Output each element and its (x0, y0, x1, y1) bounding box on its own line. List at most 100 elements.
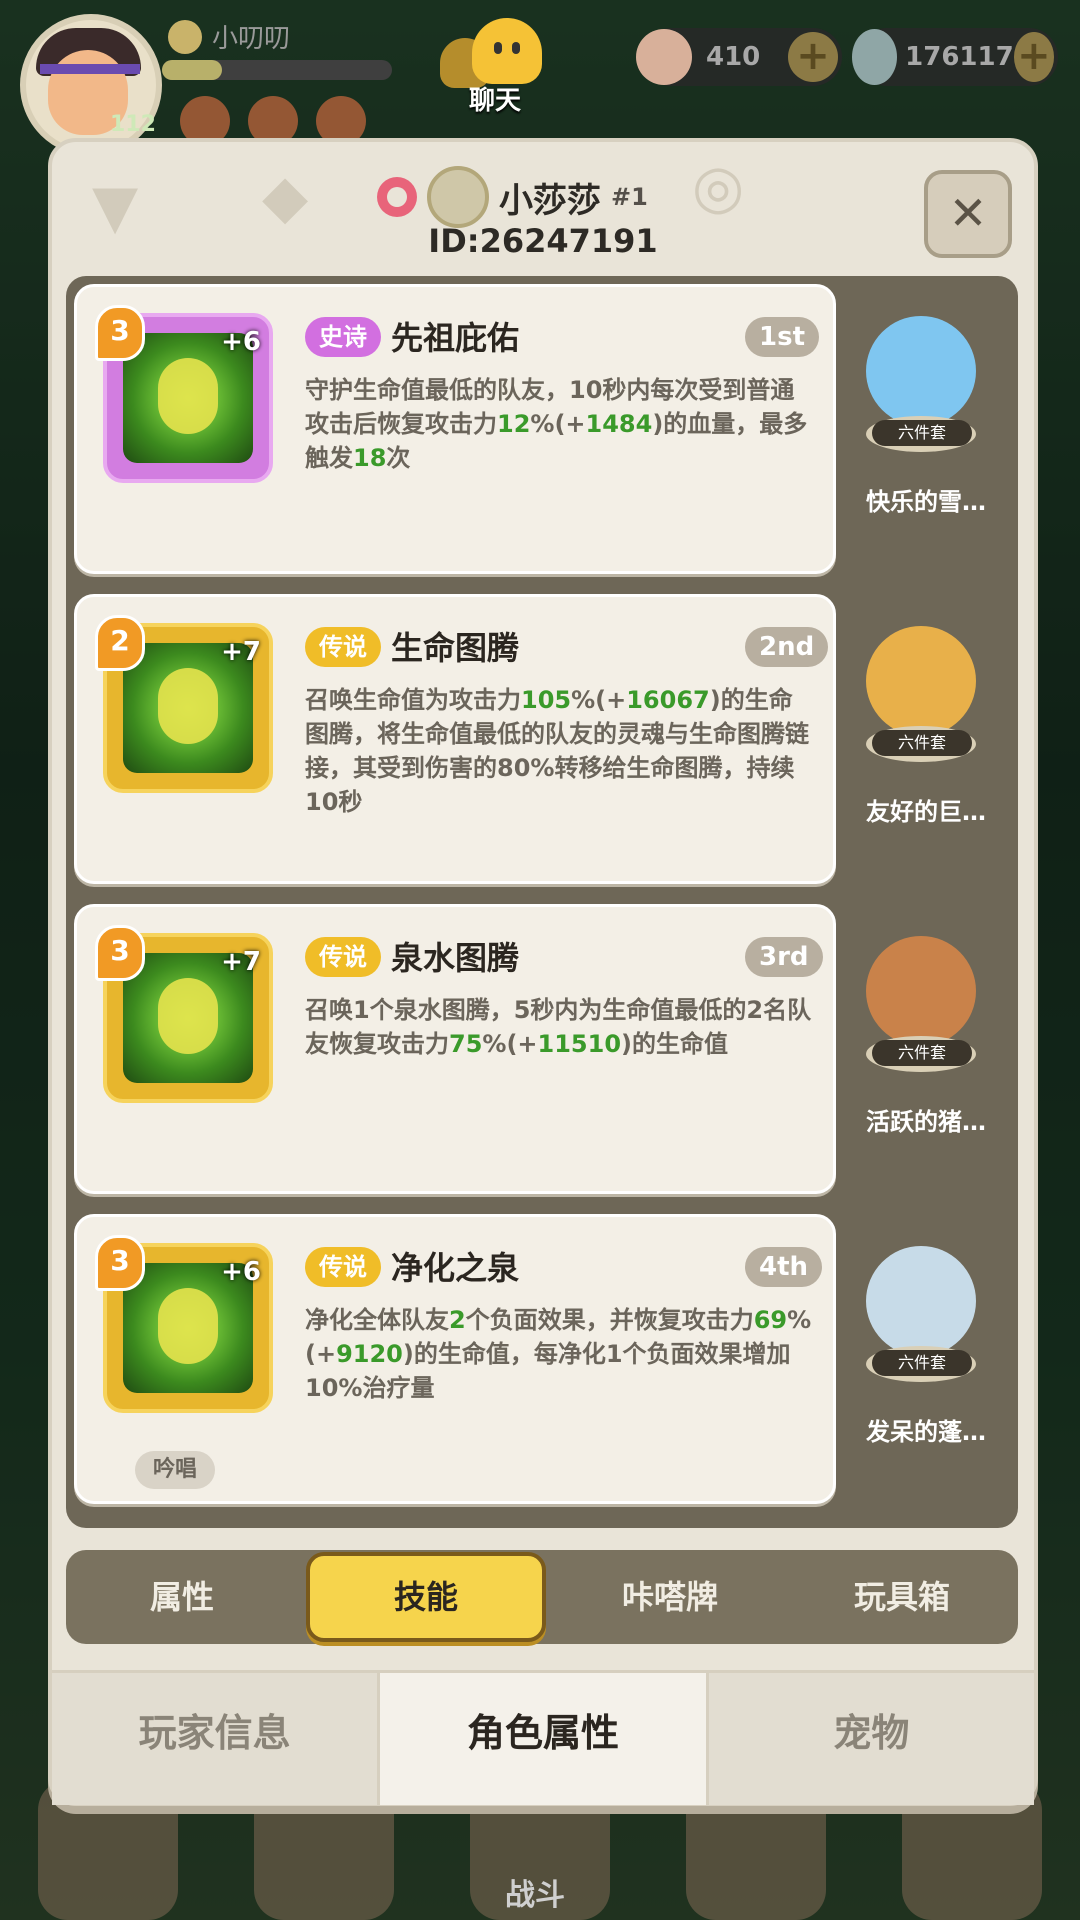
skill-plus-level: +6 (221, 327, 261, 357)
skill-level-badge: 3 (95, 925, 145, 981)
skill-plus-level: +7 (221, 947, 261, 977)
tab-character-attributes[interactable]: 角色属性 (377, 1673, 709, 1805)
pet-figure (866, 316, 976, 426)
skill-description-part: 11510 (537, 1030, 622, 1058)
skill-name: 生命图腾 (391, 629, 520, 667)
player-name-row: 小叨叨 (168, 18, 290, 55)
skill-rank-badge: 4th (745, 1247, 823, 1287)
skill-rank-badge: 3rd (745, 937, 823, 977)
skill-description-part: 个负面效果，并恢复攻击力 (465, 1306, 754, 1334)
tab-player-info[interactable]: 玩家信息 (52, 1673, 378, 1805)
skill-description: 召唤1个泉水图腾，5秒内为生命值最低的2名队友恢复攻击力75%(+11510)的… (305, 993, 815, 1061)
pet-set-tag: 六件套 (872, 730, 972, 756)
skill-list[interactable]: +6 3 史诗 先祖庇佑 1st 守护生命值最低的队友，10秒内每次受到普通攻击… (66, 276, 1018, 1528)
pet-name: 活跃的猪… (866, 1108, 986, 1136)
chat-button[interactable]: 聊天 (440, 18, 550, 116)
skill-card[interactable]: +6 3 传说 净化之泉 4th 净化全体队友2个负面效果，并恢复攻击力69%(… (74, 1214, 836, 1504)
skill-level-badge: 3 (95, 1235, 145, 1291)
tab-toybox[interactable]: 玩具箱 (786, 1556, 1018, 1638)
skill-description-part: 2 (449, 1306, 466, 1334)
skill-description-part: 次 (386, 444, 411, 472)
skill-plus-level: +6 (221, 1257, 261, 1287)
profile-name-suffix: #1 (611, 183, 648, 211)
stone-currency: 176117 + (852, 28, 1058, 86)
player-level: 112 (110, 112, 156, 137)
skill-description-part: 18 (353, 444, 387, 472)
tab-pets[interactable]: 宠物 (708, 1673, 1034, 1805)
tab-cards[interactable]: 咔嗒牌 (554, 1556, 786, 1638)
exp-bar (162, 60, 392, 80)
pet-figure (866, 626, 976, 736)
battle-label: 战斗 (505, 1878, 565, 1913)
rarity-badge: 史诗 (305, 317, 381, 357)
pet-slot[interactable]: 六件套 发呆的蓬… (846, 1216, 1006, 1496)
player-name: 小叨叨 (212, 24, 291, 54)
pet-slot[interactable]: 六件套 快乐的雪… (846, 286, 1006, 566)
pet-figure (866, 1246, 976, 1356)
skill-description-part: %(+ (530, 410, 586, 438)
title-badge-icon (168, 19, 202, 54)
skill-description: 守护生命值最低的队友，10秒内每次受到普通攻击后恢复攻击力12%(+1484)的… (305, 373, 815, 475)
chat-label: 聊天 (468, 86, 521, 116)
pet-name: 快乐的雪… (866, 488, 986, 516)
skill-description-part: 9120 (336, 1340, 403, 1368)
skill-card[interactable]: +7 2 传说 生命图腾 2nd 召唤生命值为攻击力105%(+16067)的生… (74, 594, 836, 884)
skill-description: 净化全体队友2个负面效果，并恢复攻击力69%(+9120)的生命值，每净化1个负… (305, 1303, 815, 1405)
decor-shape: ◎ (692, 152, 745, 222)
rarity-badge: 传说 (305, 937, 381, 977)
tab-skills[interactable]: 技能 (306, 1552, 546, 1642)
stone-icon (852, 29, 898, 85)
panel-header: ▼ ◆ ◎ 小莎莎 #1 ID:26247191 ✕ (52, 142, 1034, 272)
skill-description-part: 75 (449, 1030, 483, 1058)
skill-description: 召唤生命值为攻击力105%(+16067)的生命图腾，将生命值最低的队友的灵魂与… (305, 683, 815, 819)
skill-description-part: 16067 (626, 686, 710, 714)
main-tab-bar: 玩家信息 角色属性 宠物 (52, 1670, 1034, 1805)
pet-slot[interactable]: 六件套 友好的巨… (846, 596, 1006, 876)
skill-level-badge: 3 (95, 305, 145, 361)
skill-description-part: %(+ (571, 686, 627, 714)
add-stone-button[interactable]: + (1013, 32, 1054, 82)
profile-panel: ▼ ◆ ◎ 小莎莎 #1 ID:26247191 ✕ +6 3 史诗 先祖庇佑 … (48, 138, 1038, 1806)
chat-ghost-icon (472, 18, 542, 84)
tab-attributes[interactable]: 属性 (66, 1556, 298, 1638)
skill-name: 净化之泉 (391, 1249, 520, 1287)
skill-rank-badge: 2nd (745, 627, 829, 667)
profile-name: 小莎莎 (499, 180, 601, 221)
add-shell-button[interactable]: + (788, 32, 838, 82)
skill-card[interactable]: +6 3 史诗 先祖庇佑 1st 守护生命值最低的队友，10秒内每次受到普通攻击… (74, 284, 836, 574)
rarity-badge: 传说 (305, 627, 381, 667)
skill-name: 泉水图腾 (391, 939, 520, 977)
pet-set-tag: 六件套 (872, 1350, 972, 1376)
skill-description-part: 69 (753, 1306, 788, 1334)
skill-row[interactable]: +7 3 传说 泉水图腾 3rd 召唤1个泉水图腾，5秒内为生命值最低的2名队友… (66, 896, 1018, 1196)
skill-description-part: )的生命值 (621, 1030, 728, 1058)
skill-row[interactable]: +6 3 史诗 先祖庇佑 1st 守护生命值最低的队友，10秒内每次受到普通攻击… (66, 276, 1018, 576)
pet-slot[interactable]: 六件套 活跃的猪… (846, 906, 1006, 1186)
rank-emblem-icon (427, 166, 489, 228)
sub-tab-bar: 属性 技能 咔嗒牌 玩具箱 (66, 1550, 1018, 1644)
skill-plus-level: +7 (221, 637, 261, 667)
skill-row[interactable]: +7 2 传说 生命图腾 2nd 召唤生命值为攻击力105%(+16067)的生… (66, 586, 1018, 886)
shell-icon (636, 29, 692, 85)
pet-set-tag: 六件套 (872, 1040, 972, 1066)
chant-tag: 吟唱 (135, 1451, 216, 1489)
stone-amount: 176117 (905, 42, 1014, 72)
skill-description-part: 105 (521, 686, 572, 714)
skill-rank-badge: 1st (745, 317, 819, 357)
skill-name: 先祖庇佑 (391, 319, 520, 357)
profile-id: ID:26247191 (428, 222, 658, 260)
player-title: 小莎莎 #1 (377, 166, 648, 228)
skill-description-part: %(+ (482, 1030, 538, 1058)
gender-icon (377, 177, 417, 217)
shell-amount: 410 (706, 42, 761, 72)
skill-description-part: 1484 (585, 410, 653, 438)
pet-name: 友好的巨… (866, 798, 986, 826)
close-button[interactable]: ✕ (924, 170, 1012, 258)
shell-currency: 410 + (636, 28, 842, 86)
pet-name: 发呆的蓬… (866, 1418, 986, 1446)
skill-row[interactable]: +6 3 传说 净化之泉 4th 净化全体队友2个负面效果，并恢复攻击力69%(… (66, 1206, 1018, 1506)
pet-figure (866, 936, 976, 1046)
pet-set-tag: 六件套 (872, 420, 972, 446)
skill-description-part: 召唤生命值为攻击力 (305, 686, 521, 714)
skill-card[interactable]: +7 3 传说 泉水图腾 3rd 召唤1个泉水图腾，5秒内为生命值最低的2名队友… (74, 904, 836, 1194)
